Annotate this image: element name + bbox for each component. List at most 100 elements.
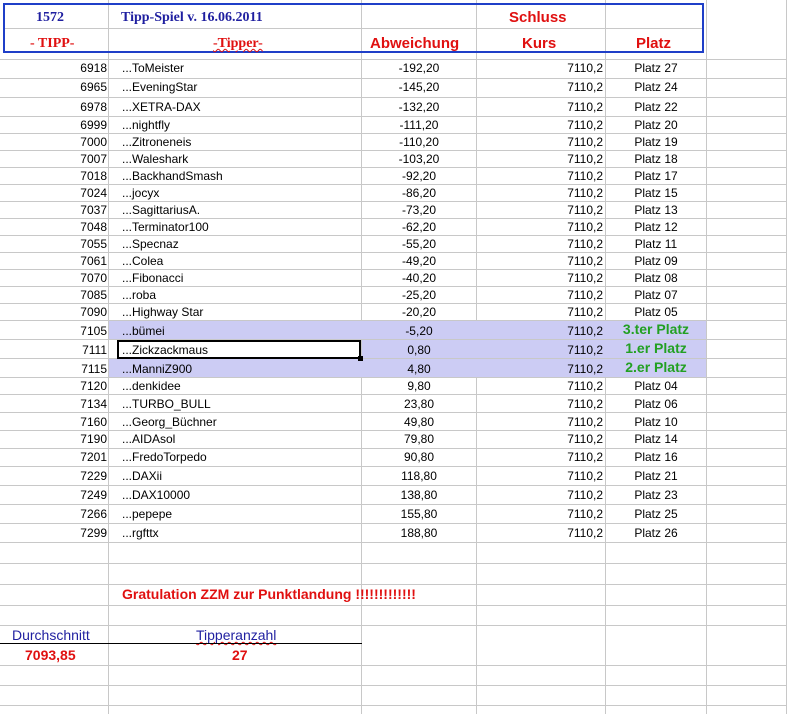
abweichung-cell[interactable]: 4,80 xyxy=(362,362,476,376)
tipper-name-cell[interactable]: ...ManniZ900 xyxy=(122,362,192,376)
platz-cell[interactable]: Platz 19 xyxy=(606,135,706,149)
tipp-cell[interactable]: 7201 xyxy=(0,450,107,464)
tipper-name-cell[interactable]: ...DAX10000 xyxy=(122,488,190,502)
tipp-cell[interactable]: 7085 xyxy=(0,288,107,302)
platz-cell[interactable]: Platz 12 xyxy=(606,220,706,234)
platz-cell[interactable]: Platz 07 xyxy=(606,288,706,302)
kurs-cell[interactable]: 7110,2 xyxy=(477,397,603,411)
tipper-name-cell[interactable]: ...TURBO_BULL xyxy=(122,397,211,411)
kurs-cell[interactable]: 7110,2 xyxy=(477,507,603,521)
col-header-kurs[interactable]: Kurs xyxy=(522,35,556,52)
platz-cell[interactable]: Platz 21 xyxy=(606,469,706,483)
platz-cell[interactable]: Platz 13 xyxy=(606,203,706,217)
tipper-name-cell[interactable]: ...Fibonacci xyxy=(122,271,183,285)
tipp-cell[interactable]: 6978 xyxy=(0,100,107,114)
kurs-cell[interactable]: 7110,2 xyxy=(477,432,603,446)
platz-cell[interactable]: Platz 17 xyxy=(606,169,706,183)
kurs-cell[interactable]: 7110,2 xyxy=(477,526,603,540)
tipper-name-cell[interactable]: ...bümei xyxy=(122,324,165,338)
tipper-name-cell[interactable]: ...BackhandSmash xyxy=(122,169,223,183)
platz-cell[interactable]: Platz 25 xyxy=(606,507,706,521)
tipper-name-cell[interactable]: ...XETRA-DAX xyxy=(122,100,201,114)
tipper-name-cell[interactable]: ...EveningStar xyxy=(122,80,197,94)
kurs-cell[interactable]: 7110,2 xyxy=(477,152,603,166)
platz-cell[interactable]: Platz 26 xyxy=(606,526,706,540)
platz-cell[interactable]: Platz 27 xyxy=(606,61,706,75)
platz-cell[interactable]: Platz 10 xyxy=(606,415,706,429)
tipp-cell[interactable]: 7115 xyxy=(0,362,107,376)
kurs-cell[interactable]: 7110,2 xyxy=(477,362,603,376)
tipper-name-cell[interactable]: ...Specnaz xyxy=(122,237,179,251)
tipper-name-cell[interactable]: ...nightfly xyxy=(122,118,170,132)
tipper-name-cell[interactable]: ...Highway Star xyxy=(122,305,203,319)
durchschnitt-label[interactable]: Durchschnitt xyxy=(12,627,90,643)
platz-cell[interactable]: Platz 11 xyxy=(606,237,706,251)
kurs-cell[interactable]: 7110,2 xyxy=(477,118,603,132)
abweichung-cell[interactable]: -20,20 xyxy=(362,305,476,319)
abweichung-cell[interactable]: 90,80 xyxy=(362,450,476,464)
abweichung-cell[interactable]: -55,20 xyxy=(362,237,476,251)
col-header-tipper[interactable]: -Tipper- xyxy=(213,36,263,52)
tipp-cell[interactable]: 6999 xyxy=(0,118,107,132)
tipp-cell[interactable]: 7007 xyxy=(0,152,107,166)
platz-cell[interactable]: Platz 14 xyxy=(606,432,706,446)
platz-cell-winner[interactable]: 2.er Platz xyxy=(606,359,706,375)
abweichung-cell[interactable]: -5,20 xyxy=(362,324,476,338)
tipper-name-cell[interactable]: ...SagittariusA. xyxy=(122,203,200,217)
kurs-cell[interactable]: 7110,2 xyxy=(477,254,603,268)
tipp-cell[interactable]: 7160 xyxy=(0,415,107,429)
tipp-cell[interactable]: 7048 xyxy=(0,220,107,234)
kurs-cell[interactable]: 7110,2 xyxy=(477,379,603,393)
kurs-cell[interactable]: 7110,2 xyxy=(477,135,603,149)
tipper-name-cell[interactable]: ...pepepe xyxy=(122,507,172,521)
kurs-cell[interactable]: 7110,2 xyxy=(477,324,603,338)
abweichung-cell[interactable]: 155,80 xyxy=(362,507,476,521)
schluss-label[interactable]: Schluss xyxy=(509,9,567,26)
tipper-name-cell[interactable]: ...Waleshark xyxy=(122,152,188,166)
tipper-name-cell[interactable]: ...DAXii xyxy=(122,469,162,483)
durchschnitt-value[interactable]: 7093,85 xyxy=(25,647,76,663)
platz-cell-winner[interactable]: 1.er Platz xyxy=(606,340,706,356)
tipperanzahl-label[interactable]: Tipperanzahl xyxy=(196,627,276,643)
platz-cell[interactable]: Platz 18 xyxy=(606,152,706,166)
abweichung-cell[interactable]: -145,20 xyxy=(362,80,476,94)
tipper-name-cell[interactable]: ...Zitroneneis xyxy=(122,135,191,149)
tipp-cell[interactable]: 7120 xyxy=(0,379,107,393)
platz-cell[interactable]: Platz 20 xyxy=(606,118,706,132)
abweichung-cell[interactable]: -49,20 xyxy=(362,254,476,268)
abweichung-cell[interactable]: -92,20 xyxy=(362,169,476,183)
platz-cell[interactable]: Platz 06 xyxy=(606,397,706,411)
kurs-cell[interactable]: 7110,2 xyxy=(477,343,603,357)
active-cell-selection[interactable] xyxy=(117,340,361,359)
abweichung-cell[interactable]: -110,20 xyxy=(362,135,476,149)
abweichung-cell[interactable]: -73,20 xyxy=(362,203,476,217)
kurs-cell[interactable]: 7110,2 xyxy=(477,271,603,285)
abweichung-cell[interactable]: 188,80 xyxy=(362,526,476,540)
tipp-cell[interactable]: 7299 xyxy=(0,526,107,540)
kurs-cell[interactable]: 7110,2 xyxy=(477,61,603,75)
tipp-cell[interactable]: 7037 xyxy=(0,203,107,217)
tipp-cell[interactable]: 7018 xyxy=(0,169,107,183)
kurs-cell[interactable]: 7110,2 xyxy=(477,415,603,429)
tipp-cell[interactable]: 7134 xyxy=(0,397,107,411)
abweichung-cell[interactable]: -62,20 xyxy=(362,220,476,234)
tipp-cell[interactable]: 7024 xyxy=(0,186,107,200)
tipper-name-cell[interactable]: ...Colea xyxy=(122,254,163,268)
kurs-cell[interactable]: 7110,2 xyxy=(477,203,603,217)
col-header-platz[interactable]: Platz xyxy=(636,35,671,52)
tipp-cell[interactable]: 6965 xyxy=(0,80,107,94)
kurs-cell[interactable]: 7110,2 xyxy=(477,305,603,319)
tipp-cell[interactable]: 7070 xyxy=(0,271,107,285)
platz-cell[interactable]: Platz 16 xyxy=(606,450,706,464)
tipper-name-cell[interactable]: ...jocyx xyxy=(122,186,159,200)
tipp-cell[interactable]: 7249 xyxy=(0,488,107,502)
platz-cell[interactable]: Platz 09 xyxy=(606,254,706,268)
kurs-cell[interactable]: 7110,2 xyxy=(477,237,603,251)
tipp-cell[interactable]: 7190 xyxy=(0,432,107,446)
abweichung-cell[interactable]: -111,20 xyxy=(362,118,476,132)
kurs-cell[interactable]: 7110,2 xyxy=(477,488,603,502)
kurs-cell[interactable]: 7110,2 xyxy=(477,169,603,183)
platz-cell-winner[interactable]: 3.ter Platz xyxy=(606,321,706,337)
kurs-cell[interactable]: 7110,2 xyxy=(477,450,603,464)
tipperanzahl-value[interactable]: 27 xyxy=(232,647,248,663)
